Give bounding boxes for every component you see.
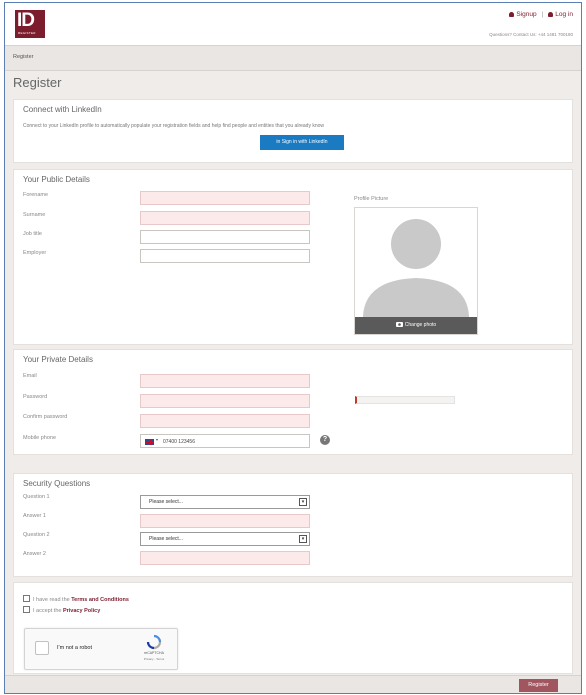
recaptcha-brand: reCAPTCHA xyxy=(144,651,164,655)
breadcrumb[interactable]: Register xyxy=(13,54,33,60)
chevron-down-icon[interactable]: ▾ xyxy=(156,437,158,442)
answer2-label: Answer 2 xyxy=(23,551,46,557)
register-button[interactable]: Register xyxy=(519,679,558,692)
linkedin-signin-button[interactable]: in Sign in with LinkedIn xyxy=(260,135,344,150)
logo-text: ID xyxy=(17,10,35,31)
signup-link[interactable]: Signup xyxy=(516,11,536,18)
privacy-link[interactable]: Privacy Policy xyxy=(63,608,100,614)
terms-checkbox[interactable] xyxy=(23,595,30,602)
public-details-title: Your Public Details xyxy=(23,175,90,184)
terms-link[interactable]: Terms and Conditions xyxy=(71,597,129,603)
user-icon xyxy=(548,12,554,17)
login-link[interactable]: Log in xyxy=(555,11,573,18)
profile-picture[interactable]: Change photo xyxy=(354,207,478,335)
chevron-down-icon[interactable]: ▾ xyxy=(299,498,307,506)
page-title: Register xyxy=(13,75,62,90)
uk-flag-icon[interactable] xyxy=(145,439,154,445)
privacy-row: I accept the Privacy Policy xyxy=(23,606,100,614)
security-questions-title: Security Questions xyxy=(23,479,91,488)
privacy-text: I accept the xyxy=(33,608,63,614)
logo-subtext: REGISTER xyxy=(18,31,36,35)
linkedin-section: Connect with LinkedIn Connect to your Li… xyxy=(13,99,573,163)
email-label: Email xyxy=(23,373,37,379)
question2-select[interactable]: Please select... ▾ xyxy=(140,532,310,546)
forename-input[interactable] xyxy=(140,191,310,205)
question1-value: Please select... xyxy=(149,499,183,505)
jobtitle-input[interactable] xyxy=(140,230,310,244)
answer2-input[interactable] xyxy=(140,551,310,565)
recaptcha-label: I'm not a robot xyxy=(57,645,92,651)
question2-value: Please select... xyxy=(149,536,183,542)
question1-select[interactable]: Please select... ▾ xyxy=(140,495,310,509)
footer-bar: Register xyxy=(5,675,581,693)
employer-input[interactable] xyxy=(140,249,310,263)
password-strength-meter xyxy=(355,396,455,404)
surname-label: Surname xyxy=(23,212,46,218)
linkedin-section-title: Connect with LinkedIn xyxy=(23,105,102,114)
public-details-section: Your Public Details Forename Surname Job… xyxy=(13,169,573,345)
question1-label: Question 1 xyxy=(23,494,50,500)
page-frame: ID REGISTER Signup | Log in Questions? Con… xyxy=(4,2,582,694)
answer1-input[interactable] xyxy=(140,514,310,528)
mobile-phone-input[interactable]: ▾ 07400 123456 xyxy=(140,434,310,448)
privacy-checkbox[interactable] xyxy=(23,606,30,613)
chevron-down-icon[interactable]: ▾ xyxy=(299,535,307,543)
user-plus-icon xyxy=(509,12,515,17)
employer-label: Employer xyxy=(23,250,47,256)
link-separator: | xyxy=(541,11,544,18)
answer1-label: Answer 1 xyxy=(23,513,46,519)
change-photo-label: Change photo xyxy=(404,322,437,328)
surname-input[interactable] xyxy=(140,211,310,225)
confirm-password-input[interactable] xyxy=(140,414,310,428)
mobile-phone-placeholder: 07400 123456 xyxy=(163,438,195,445)
email-input[interactable] xyxy=(140,374,310,388)
forename-label: Forename xyxy=(23,192,49,198)
recaptcha-icon xyxy=(146,634,162,650)
jobtitle-label: Job title xyxy=(23,231,42,237)
change-photo-button[interactable]: Change photo xyxy=(355,317,477,334)
security-questions-section: Security Questions Question 1 Please sel… xyxy=(13,473,573,577)
recaptcha-widget: I'm not a robot reCAPTCHA Privacy - Term… xyxy=(24,628,178,670)
recaptcha-checkbox[interactable] xyxy=(35,641,49,655)
help-icon[interactable]: ? xyxy=(320,435,330,445)
contact-info: Questions? Contact Us: +44 1481 700180 xyxy=(489,32,573,37)
logo[interactable]: ID REGISTER xyxy=(15,10,45,38)
question2-label: Question 2 xyxy=(23,532,50,538)
profile-picture-label: Profile Picture xyxy=(354,196,389,202)
avatar-placeholder-icon xyxy=(363,219,469,334)
top-bar: ID REGISTER Signup | Log in Questions? Con… xyxy=(5,3,581,45)
private-details-section: Your Private Details Email Password Conf… xyxy=(13,349,573,455)
password-input[interactable] xyxy=(140,394,310,408)
breadcrumb-bar: Register xyxy=(5,45,581,71)
camera-icon xyxy=(395,322,403,327)
recaptcha-footer[interactable]: Privacy - Terms xyxy=(139,657,169,661)
terms-row: I have read the Terms and Conditions xyxy=(23,595,129,603)
private-details-title: Your Private Details xyxy=(23,355,93,364)
linkedin-description: Connect to your LinkedIn profile to auto… xyxy=(23,123,325,129)
terms-text: I have read the xyxy=(33,597,72,603)
agreements-section: I have read the Terms and Conditions I a… xyxy=(13,582,573,674)
top-links: Signup | Log in xyxy=(509,11,573,18)
password-label: Password xyxy=(23,394,48,400)
mobile-phone-label: Mobile phone xyxy=(23,435,57,441)
confirm-password-label: Confirm password xyxy=(23,414,68,420)
